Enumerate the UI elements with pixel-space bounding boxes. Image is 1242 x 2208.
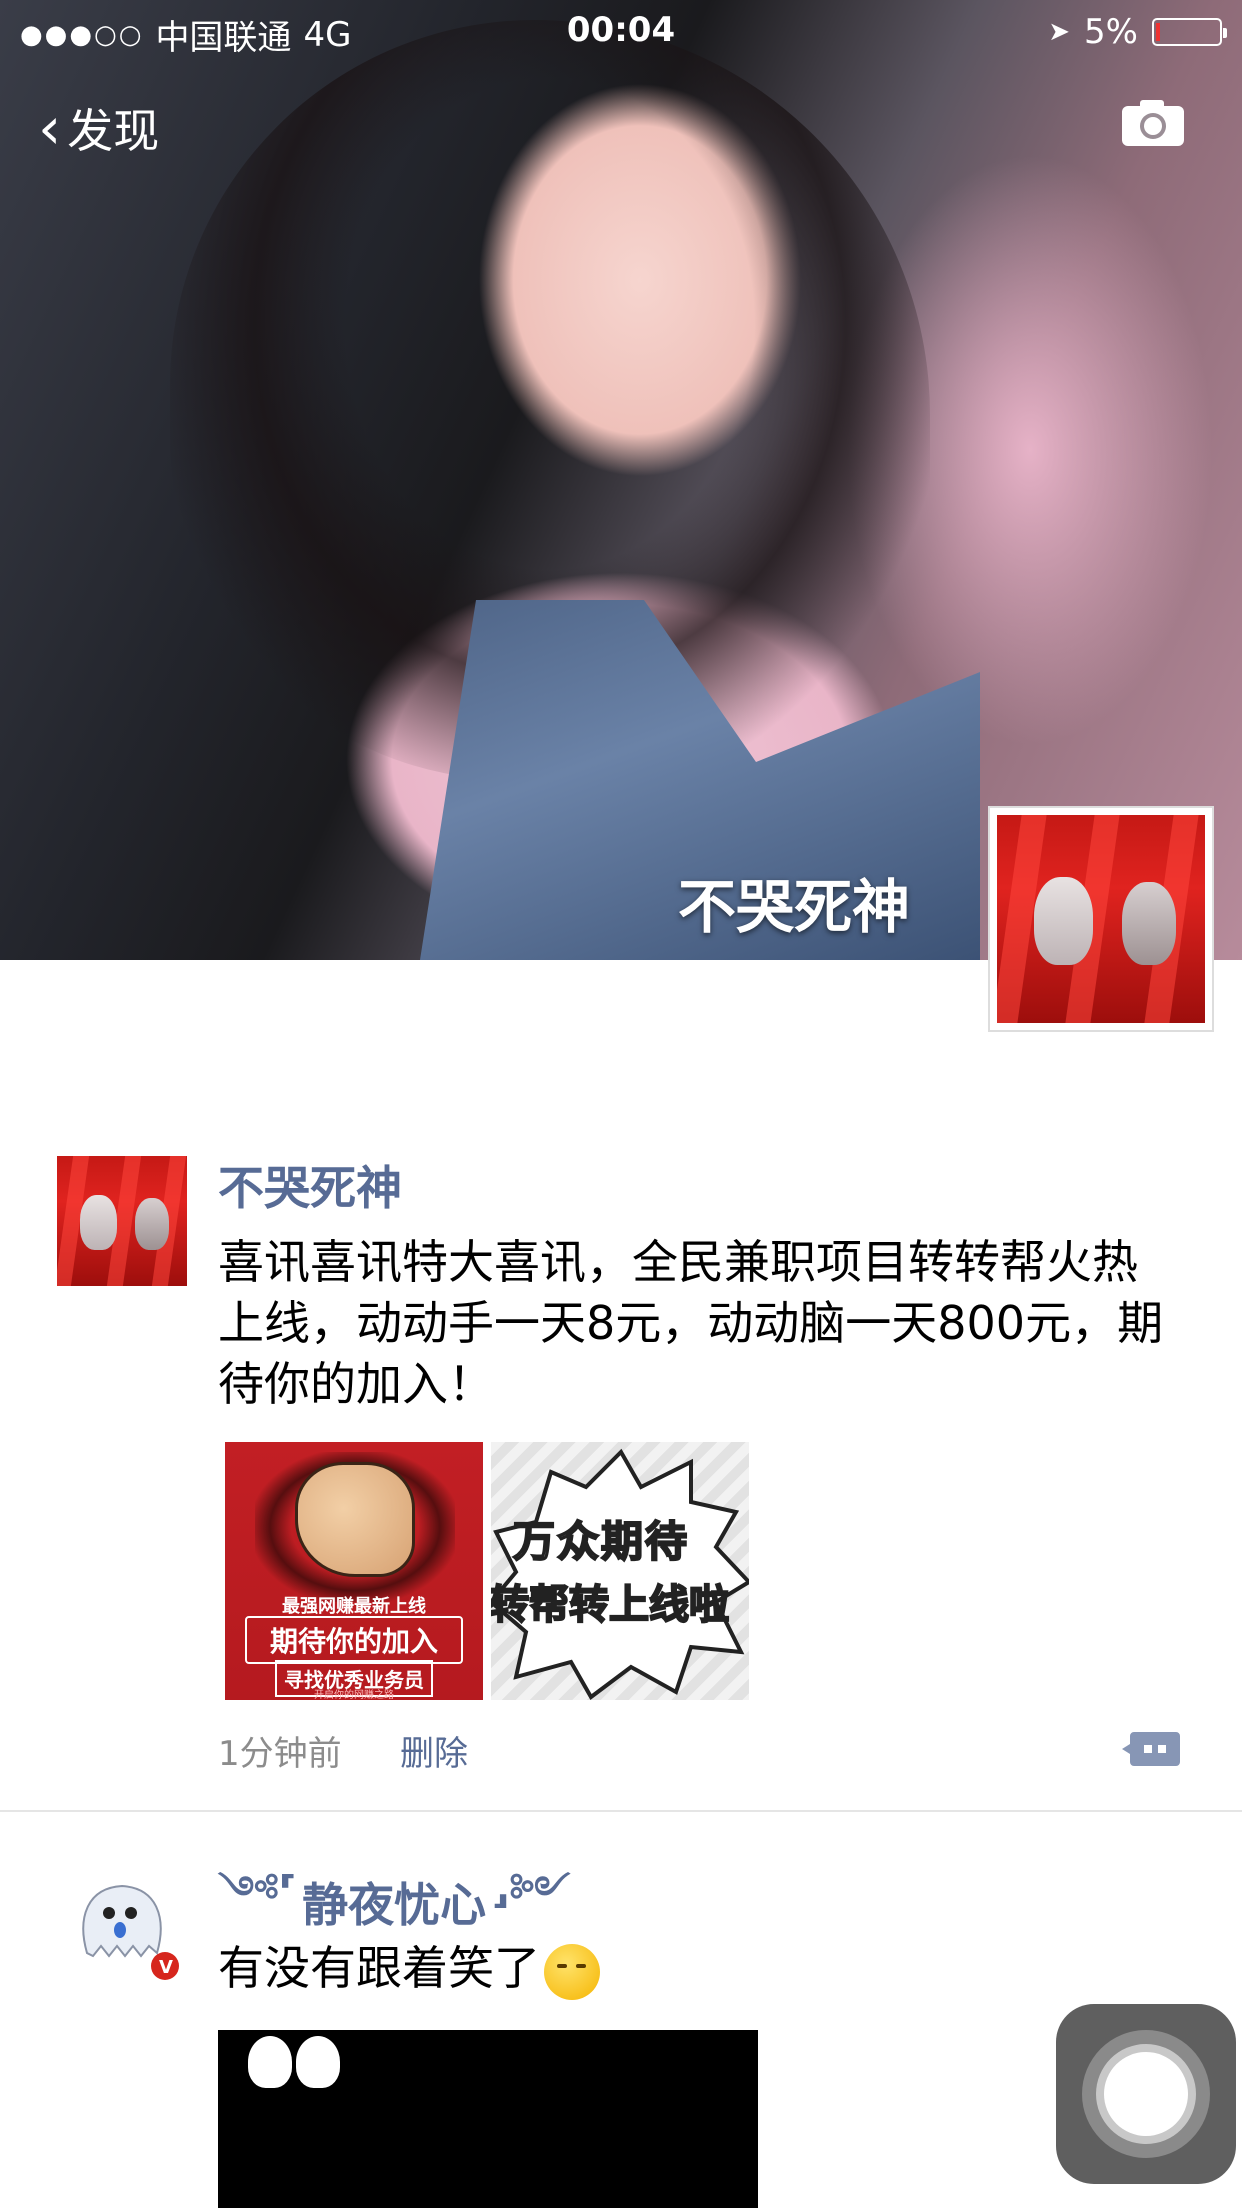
camera-icon[interactable] bbox=[1120, 98, 1186, 148]
post-text: 喜讯喜讯特大喜讯，全民兼职项目转转帮火热上线，动动手一天8元，动动脑一天800元… bbox=[218, 1235, 1164, 1411]
chevron-left-icon: ‹ bbox=[38, 94, 62, 162]
image-text: 开启你的网赚之路 bbox=[314, 1690, 394, 1700]
post-author-avatar[interactable] bbox=[57, 1156, 187, 1286]
location-arrow-icon: ➤ bbox=[1048, 17, 1071, 47]
post-text-body: 有没有跟着笑了 bbox=[218, 1941, 540, 1995]
cartoon-figure bbox=[248, 2036, 292, 2088]
burst-shape bbox=[491, 1448, 749, 1700]
image-text: 万众期待 bbox=[512, 1516, 690, 1567]
cover-user-name: 不哭死神 bbox=[677, 873, 910, 941]
assistive-touch-icon[interactable] bbox=[1056, 2004, 1236, 2184]
post-time: 1分钟前 bbox=[218, 1734, 342, 1774]
post-video[interactable] bbox=[218, 2030, 758, 2208]
svg-text:V: V bbox=[159, 1957, 173, 1978]
post-image-2[interactable]: 万众期待 转帮转上线啦 bbox=[491, 1442, 749, 1700]
battery-percent: 5% bbox=[1084, 12, 1138, 52]
avatar-image bbox=[997, 815, 1205, 1023]
battery-icon bbox=[1152, 18, 1227, 46]
post-divider bbox=[0, 1810, 1242, 1812]
status-bar: ●●●○○ 中国联通 4G 00:04 ➤ 5% bbox=[0, 0, 1242, 60]
moments-page: ●●●○○ 中国联通 4G 00:04 ➤ 5% ‹ 发现 不哭死神 不哭死神 … bbox=[0, 0, 1242, 2208]
author-name-text: 静夜忧心 bbox=[302, 1877, 487, 1932]
comment-bubble-icon[interactable] bbox=[1122, 1730, 1180, 1768]
cover-user-avatar[interactable] bbox=[988, 806, 1214, 1032]
pointing-hand-icon bbox=[295, 1462, 415, 1577]
post-author-name[interactable]: 不哭死神 bbox=[218, 1152, 402, 1218]
cartoon-figure bbox=[296, 2036, 340, 2088]
post-text: 有没有跟着笑了 bbox=[218, 1938, 1178, 2000]
avatar-image bbox=[57, 1156, 187, 1286]
ghost-avatar-image: V bbox=[82, 1884, 179, 1980]
back-button[interactable]: ‹ 发现 bbox=[38, 95, 159, 161]
post-author-avatar[interactable]: V bbox=[57, 1858, 187, 1988]
image-text: 期待你的加入 bbox=[245, 1616, 463, 1664]
status-right: ➤ 5% bbox=[1048, 12, 1227, 52]
smirk-emoji-icon bbox=[544, 1943, 600, 2000]
image-text: 最强网赚最新上线 bbox=[282, 1596, 426, 1617]
back-label: 发现 bbox=[67, 104, 160, 158]
image-text: 转帮转上线啦 bbox=[491, 1581, 730, 1629]
post-image-1[interactable]: 最强网赚最新上线 期待你的加入 寻找优秀业务员 开启你的网赚之路 bbox=[225, 1442, 483, 1700]
delete-button[interactable]: 删除 bbox=[400, 1726, 468, 1775]
